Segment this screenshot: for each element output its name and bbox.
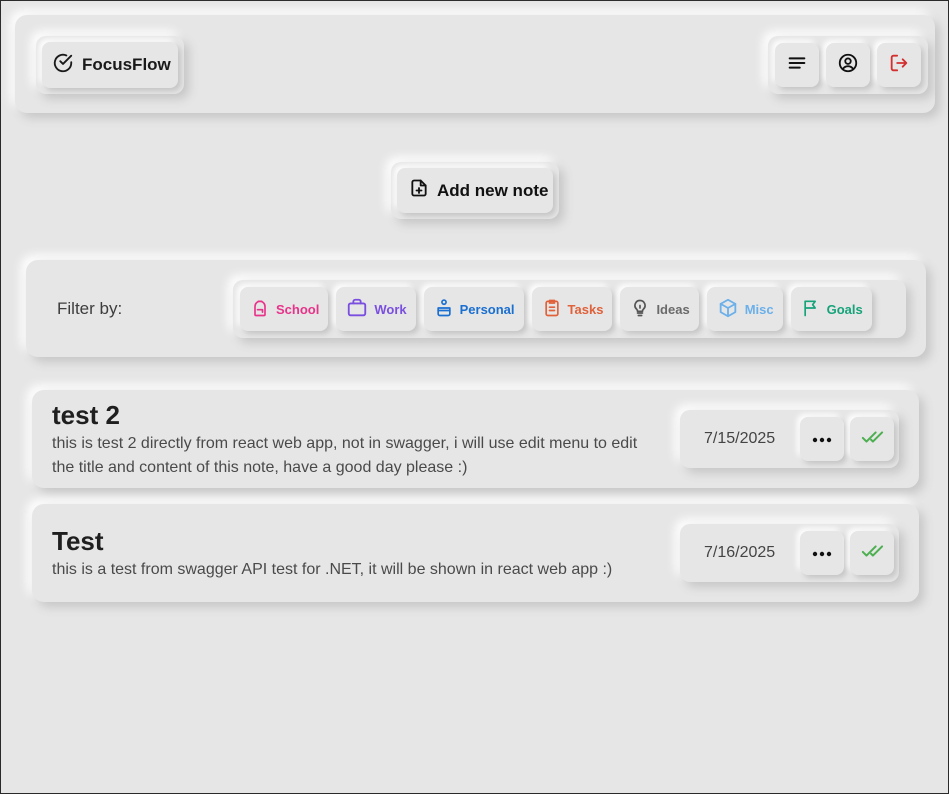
profile-icon (837, 52, 859, 79)
menu-button[interactable] (775, 43, 820, 87)
more-dots-icon (812, 430, 832, 448)
filter-bar: Filter by: School Work Personal Tasks Id… (26, 260, 926, 357)
more-dots-icon (812, 544, 832, 562)
check-circle-icon (52, 52, 74, 79)
add-note-container: Add new note (391, 162, 559, 219)
note-options-button[interactable] (800, 531, 844, 575)
flag-icon (801, 297, 821, 322)
note-date: 7/15/2025 (704, 430, 776, 447)
filter-chip-label: Ideas (656, 301, 690, 317)
filter-label: Filter by: (57, 299, 123, 318)
brand-container: FocusFlow (36, 36, 184, 94)
note-content: this is test 2 directly from react web a… (52, 435, 638, 476)
note-card[interactable]: Test this is a test from swagger API tes… (32, 504, 919, 602)
note-meta: 7/15/2025 (680, 410, 899, 468)
filter-chip-ideas[interactable]: Ideas (620, 287, 699, 331)
file-plus-icon (409, 177, 429, 204)
app-header: FocusFlow (15, 15, 935, 113)
logout-icon (888, 52, 910, 79)
box-icon (717, 297, 739, 322)
lightbulb-icon (630, 297, 650, 322)
brand-name: FocusFlow (82, 55, 171, 74)
filter-chip-label: School (276, 301, 320, 317)
filter-chip-label: Personal (459, 301, 515, 317)
briefcase-icon (346, 297, 368, 322)
filter-chip-goals[interactable]: Goals (790, 287, 872, 331)
add-note-label: Add new note (437, 180, 549, 200)
filter-chip-school[interactable]: School (240, 287, 329, 331)
filter-chips: School Work Personal Tasks Ideas Misc Go… (233, 280, 906, 338)
logout-button[interactable] (876, 43, 921, 87)
filter-chip-label: Work (374, 301, 407, 317)
note-title: test 2 (52, 400, 120, 430)
person-icon (434, 297, 454, 322)
note-complete-button[interactable] (850, 417, 894, 461)
clipboard-icon (542, 297, 562, 322)
menu-icon (786, 52, 808, 79)
double-check-icon (860, 540, 884, 567)
backpack-icon (250, 297, 270, 322)
filter-chip-misc[interactable]: Misc (706, 287, 783, 331)
filter-chip-tasks[interactable]: Tasks (531, 287, 613, 331)
note-complete-button[interactable] (850, 531, 894, 575)
header-actions (768, 36, 928, 94)
note-title: Test (52, 526, 104, 556)
note-card[interactable]: test 2 this is test 2 directly from reac… (32, 390, 919, 488)
filter-chip-personal[interactable]: Personal (423, 287, 524, 331)
filter-chip-label: Goals (826, 301, 863, 317)
profile-button[interactable] (825, 43, 870, 87)
note-content: this is a test from swagger API test for… (52, 561, 613, 578)
filter-chip-label: Tasks (567, 301, 604, 317)
filter-chip-work[interactable]: Work (336, 287, 416, 331)
add-note-button[interactable]: Add new note (397, 168, 553, 213)
note-options-button[interactable] (800, 417, 844, 461)
double-check-icon (860, 426, 884, 453)
brand-logo[interactable]: FocusFlow (42, 42, 178, 88)
note-date: 7/16/2025 (704, 544, 776, 561)
filter-chip-label: Misc (744, 301, 774, 317)
note-meta: 7/16/2025 (680, 524, 899, 582)
